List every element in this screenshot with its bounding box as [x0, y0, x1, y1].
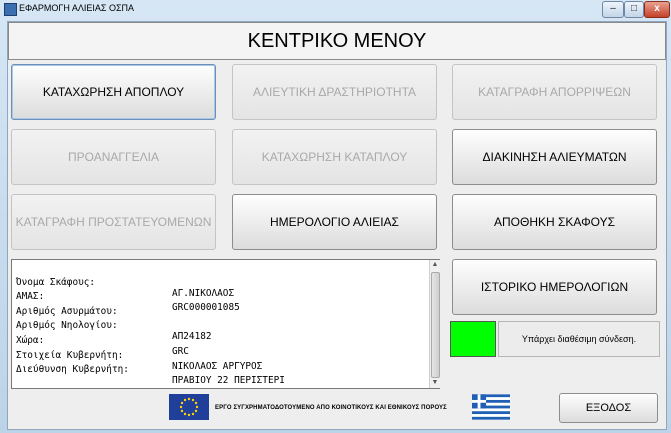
window-title: ΕΦΑΡΜΟΓΗ ΑΛΙΕΙΑΣ ΟΣΠΑ — [19, 3, 135, 13]
exit-button[interactable]: ΕΞΟΔΟΣ — [559, 393, 658, 423]
protected-species-button[interactable]: ΚΑΤΑΓΡΑΦΗ ΠΡΟΣΤΑΤΕΥΟΜΕΝΩΝ — [11, 194, 216, 250]
record-arrival-button[interactable]: ΚΑΤΑΧΩΡΗΣΗ ΚΑΤΑΠΛΟΥ — [232, 129, 437, 185]
info-value: GRC — [172, 346, 189, 357]
fishing-logbook-button[interactable]: ΗΜΕΡΟΛΟΓΙΟ ΑΛΙΕΙΑΣ — [232, 194, 437, 250]
app-icon — [4, 3, 17, 16]
vertical-scrollbar[interactable]: ▲ ▼ — [429, 260, 440, 388]
info-value: GRC000001085 — [172, 302, 240, 313]
discards-button[interactable]: ΚΑΤΑΓΡΑΦΗ ΑΠΟΡΡΙΨΕΩΝ — [452, 64, 657, 120]
record-departure-button[interactable]: ΚΑΤΑΧΩΡΗΣΗ ΑΠΟΠΛΟΥ — [11, 64, 216, 120]
info-value: ΑΠ24182 — [172, 331, 212, 342]
info-label: Διεύθυνση Κυβερνήτη: — [16, 364, 129, 375]
info-value: ΝΙΚΟΛΑΟΣ ΑΡΓΥΡΟΣ — [172, 361, 263, 372]
application-window: ΕΦΑΡΜΟΓΗ ΑΛΙΕΙΑΣ ΟΣΠΑ – □ x ΚΕΝΤΡΙΚΟ ΜΕΝ… — [0, 0, 671, 433]
scroll-down-icon[interactable]: ▼ — [430, 378, 440, 388]
logbook-history-button[interactable]: ΙΣΤΟΡΙΚΟ ΗΜΕΡΟΛΟΓΙΩΝ — [452, 259, 657, 315]
eu-flag-icon — [169, 394, 209, 420]
scroll-thumb[interactable] — [431, 272, 440, 378]
title-bar: ΕΦΑΡΜΟΓΗ ΑΛΙΕΙΑΣ ΟΣΠΑ – □ x — [0, 0, 671, 18]
maximize-button[interactable]: □ — [624, 1, 644, 18]
info-row: Διεύθυνση Κυβερνήτη: ΠΡΑΒΙΟΥ 22 ΠΕΡΙΣΤΕΡ… — [16, 353, 285, 397]
funding-text: ΕΡΓΟ ΣΥΓΧΡΗΜΑΤΟΔΟΤΟΥΜΕΝΟ ΑΠΟ ΚΟΙΝΟΤΙΚΟΥΣ… — [215, 405, 447, 411]
store-vessel-button[interactable]: ΑΠΟΘΗΚΗ ΣΚΑΦΟΥΣ — [452, 194, 657, 250]
main-panel: ΚΕΝΤΡΙΚΟ ΜΕΝΟΥ ΚΑΤΑΧΩΡΗΣΗ ΑΠΟΠΛΟΥ ΑΛΙΕΥΤ… — [7, 21, 667, 430]
greek-flag-icon — [472, 394, 510, 420]
connection-status-text: Υπάρχει διαθέσιμη σύνδεση. — [498, 321, 660, 357]
pre-notification-button[interactable]: ΠΡΟΑΝΑΓΓΕΛΙΑ — [11, 129, 216, 185]
page-title: ΚΕΝΤΡΙΚΟ ΜΕΝΟΥ — [247, 30, 427, 52]
info-value: ΠΡΑΒΙΟΥ 22 ΠΕΡΙΣΤΕΡΙ — [172, 375, 285, 386]
fishing-activity-button[interactable]: ΑΛΙΕΥΤΙΚΗ ΔΡΑΣΤΗΡΙΟΤΗΤΑ — [232, 64, 437, 120]
info-value: ΑΓ.ΝΙΚΟΛΑΟΣ — [172, 288, 235, 299]
scroll-up-icon[interactable]: ▲ — [430, 260, 440, 270]
connection-status-indicator — [450, 321, 496, 357]
menu-header: ΚΕΝΤΡΙΚΟ ΜΕΝΟΥ — [8, 22, 666, 60]
catch-transfer-button[interactable]: ΔΙΑΚΙΝΗΣΗ ΑΛΙΕΥΜΑΤΩΝ — [452, 129, 657, 185]
close-button[interactable]: x — [644, 1, 670, 18]
minimize-button[interactable]: – — [602, 1, 624, 18]
vessel-info-panel[interactable]: Όνομα Σκάφους: ΑΓ.ΝΙΚΟΛΑΟΣ ΑΜΑΣ: GRC0000… — [11, 259, 440, 389]
